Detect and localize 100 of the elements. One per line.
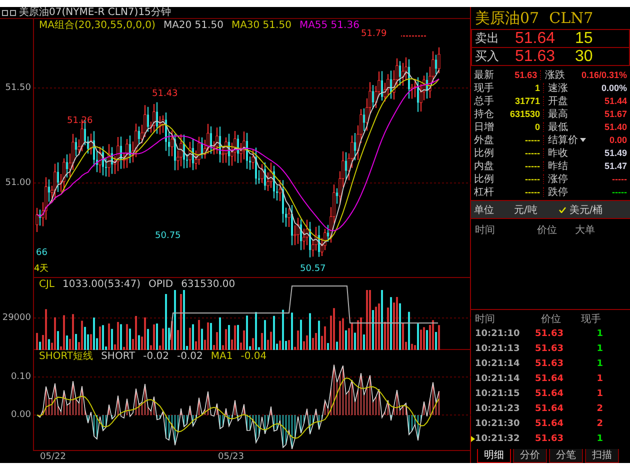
legend-label: MA1: [210, 351, 233, 363]
stat-value: 51.47: [603, 160, 628, 170]
price-label: 50.57: [300, 264, 326, 275]
table-cell-text: 1: [596, 388, 603, 398]
stat-label: 内盘: [473, 160, 495, 172]
stat-label: 总手: [473, 94, 495, 108]
table-cell-text: 2: [596, 404, 603, 414]
table-cell-text: 1: [596, 344, 603, 354]
table-cell-text: 10:21:13: [475, 344, 521, 354]
axis-label: 51.00: [5, 177, 31, 189]
stat-value: -----: [498, 148, 544, 158]
stat-label: 速涨: [548, 82, 568, 94]
legend-label: -0.04: [240, 351, 267, 363]
chart-label: 66: [36, 248, 48, 259]
book-price: 51.64: [515, 30, 556, 48]
date-label: 05/22: [40, 451, 66, 463]
stat-value: 51.63: [496, 70, 542, 80]
stat-label: 最高: [548, 108, 568, 120]
legend-label: 631530.00: [181, 279, 236, 291]
table-cell-text: 51.64: [535, 388, 564, 398]
axis-label: 51.50: [5, 82, 31, 94]
instrument-name: 美原油07: [475, 8, 540, 28]
table-cell-text: 10:21:14: [475, 358, 521, 368]
stat-value: 1: [498, 82, 544, 92]
stat-value: -----: [498, 186, 544, 196]
tab[interactable]: 明细: [477, 449, 511, 463]
stat-value: 51.44: [603, 96, 628, 106]
tab[interactable]: 扫描: [585, 449, 619, 463]
column-header: 现手: [581, 312, 601, 326]
stat-label: 现手: [473, 82, 495, 94]
stat-value: 51.40: [603, 122, 628, 132]
column-header: 时间: [474, 312, 496, 326]
table-cell-text: 2: [596, 418, 603, 428]
price-label: 51.79: [361, 29, 387, 40]
legend-label: 1033.00(53:47): [62, 279, 140, 291]
date-label: 05/23: [218, 451, 244, 463]
stat-label: 日增: [473, 120, 495, 134]
column-header: 大单: [575, 224, 595, 237]
table-cell-text: 51.64: [535, 418, 564, 428]
table-cell-text: 1: [596, 328, 603, 338]
stat-value: -----: [611, 186, 628, 196]
table-cell-text: 1: [596, 374, 603, 384]
column-header: 价位: [541, 313, 562, 326]
column-header: 时间: [474, 224, 496, 237]
stat-value: 0.00: [608, 134, 628, 144]
book-volume: 15: [575, 30, 593, 48]
stat-label: 结算价: [548, 134, 578, 146]
axis-label: 29000: [2, 312, 31, 324]
stat-label: 昨结: [548, 160, 568, 172]
stat-label: 外盘: [473, 134, 495, 146]
chart-label: 4天: [34, 264, 49, 275]
table-cell-text: 1: [596, 358, 603, 368]
price-label: 50.75: [155, 231, 181, 242]
stat-value: 0.00%: [600, 82, 628, 92]
table-cell-text: 10:21:10: [475, 328, 521, 338]
stat-value: 31771: [498, 96, 544, 106]
stat-value: -----: [498, 134, 544, 144]
unit-label: 单位: [473, 204, 495, 216]
table-cell-text: 51.63: [535, 358, 564, 368]
table-cell-text: 51.64: [535, 404, 564, 414]
table-cell-text: 10:21:15: [475, 388, 521, 398]
tab[interactable]: 分笔: [549, 449, 583, 463]
table-cell-text: 51.63: [535, 328, 564, 338]
book-label: 买入: [474, 48, 500, 65]
book-label: 卖出: [474, 30, 500, 47]
price-label: 51.26: [67, 116, 93, 127]
stat-label: 开盘: [548, 94, 568, 108]
legend-label: OPID: [148, 279, 174, 291]
table-cell-text: 51.63: [535, 344, 564, 354]
tab[interactable]: 分价: [513, 449, 547, 463]
legend-label: SHORT: [101, 351, 136, 363]
table-cell-text: 51.64: [535, 374, 564, 384]
table-cell-text: 1: [596, 434, 603, 444]
stat-value: 51.67: [603, 108, 628, 118]
table-cell-text: 10:21:32: [475, 434, 521, 444]
stat-label: 最新: [473, 68, 495, 82]
table-cell-text: 51.63: [535, 434, 564, 444]
stat-value: -----: [498, 160, 544, 170]
stat-value: -----: [498, 174, 544, 184]
unit-option[interactable]: 美元/桶: [559, 202, 603, 216]
stat-label: 比例: [473, 172, 495, 186]
stat-label: 持仓: [473, 108, 495, 120]
unit-option[interactable]: 元/吨: [514, 202, 538, 216]
stat-value: -----: [611, 174, 628, 184]
stat-value: 0: [498, 122, 544, 132]
table-cell-text: 10:21:30: [475, 418, 521, 428]
stat-label: 最低: [548, 120, 568, 134]
legend-label: MA组合(20,30,55,0,0,0): [39, 20, 156, 32]
legend-label: MA55 51.36: [299, 20, 360, 32]
stat-label: 跌停: [548, 186, 568, 198]
axis-label: 0.00: [10, 409, 31, 421]
instrument-code: CLN7: [549, 9, 594, 27]
book-volume: 30: [575, 48, 593, 66]
legend-label: CJL: [39, 279, 55, 291]
legend-label: SHORT短线: [39, 351, 94, 363]
axis-label: 0.10: [10, 371, 31, 383]
stat-value: 0.16/0.31%: [581, 70, 628, 80]
price-label: 51.43: [152, 89, 178, 100]
stat-label: 涨跌: [545, 68, 566, 82]
legend-label: MA20 51.50: [163, 20, 224, 32]
